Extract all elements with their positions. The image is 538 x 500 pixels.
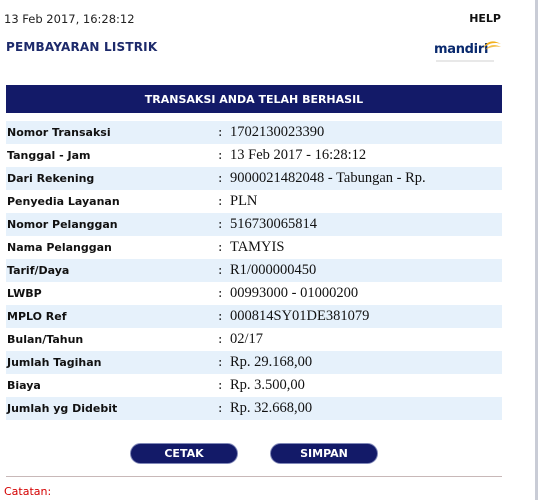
detail-value: 1702130023390 bbox=[230, 124, 325, 140]
detail-separator: : bbox=[218, 125, 223, 140]
page-frame: 13 Feb 2017, 16:28:12 HELP PEMBAYARAN LI… bbox=[0, 0, 538, 500]
detail-label: LWBP bbox=[7, 287, 42, 300]
save-button[interactable]: SIMPAN bbox=[270, 443, 378, 464]
detail-row-lwbp: LWBP : 00993000 - 01000200 bbox=[6, 282, 502, 305]
detail-row-customer-number: Nomor Pelanggan : 516730065814 bbox=[6, 213, 502, 236]
detail-label: Tanggal - Jam bbox=[7, 149, 91, 162]
detail-row-customer-name: Nama Pelanggan : TAMYIS bbox=[6, 236, 502, 259]
detail-row-fee: Biaya : Rp. 3.500,00 bbox=[6, 374, 502, 397]
detail-value: PLN bbox=[230, 193, 258, 209]
detail-value: Rp. 3.500,00 bbox=[230, 377, 305, 393]
print-button[interactable]: CETAK bbox=[130, 443, 238, 464]
detail-row-month-year: Bulan/Tahun : 02/17 bbox=[6, 328, 502, 351]
logo-text: mandiri bbox=[434, 42, 489, 57]
success-banner-text: TRANSAKSI ANDA TELAH BERHASIL bbox=[144, 92, 364, 106]
detail-row-mplo-ref: MPLO Ref : 000814SY01DE381079 bbox=[6, 305, 502, 328]
detail-value: Rp. 32.668,00 bbox=[230, 400, 313, 416]
detail-row-transaction-number: Nomor Transaksi : 1702130023390 bbox=[6, 121, 502, 144]
transaction-details: Nomor Transaksi : 1702130023390 Tanggal … bbox=[6, 121, 502, 420]
footer-divider bbox=[6, 476, 502, 477]
detail-value: 00993000 - 01000200 bbox=[230, 285, 359, 301]
detail-separator: : bbox=[218, 378, 223, 393]
detail-separator: : bbox=[218, 332, 223, 347]
detail-separator: : bbox=[218, 309, 223, 324]
detail-value: 02/17 bbox=[230, 331, 264, 347]
detail-label: Biaya bbox=[7, 379, 41, 392]
help-link[interactable]: HELP bbox=[469, 12, 501, 25]
session-timestamp: 13 Feb 2017, 16:28:12 bbox=[4, 12, 135, 26]
detail-label: Jumlah Tagihan bbox=[7, 356, 102, 369]
detail-separator: : bbox=[218, 401, 223, 416]
page-title: PEMBAYARAN LISTRIK bbox=[6, 40, 158, 54]
detail-label: Jumlah yg Didebit bbox=[7, 402, 118, 415]
detail-value: R1/000000450 bbox=[230, 262, 317, 278]
detail-value: Rp. 29.168,00 bbox=[230, 354, 313, 370]
detail-label: Bulan/Tahun bbox=[7, 333, 84, 346]
success-banner: TRANSAKSI ANDA TELAH BERHASIL bbox=[6, 85, 502, 113]
detail-row-service-provider: Penyedia Layanan : PLN bbox=[6, 190, 502, 213]
detail-value: 000814SY01DE381079 bbox=[230, 308, 370, 324]
detail-row-debited-amount: Jumlah yg Didebit : Rp. 32.668,00 bbox=[6, 397, 502, 420]
mandiri-logo: mandiri bbox=[434, 38, 502, 62]
detail-label: Nama Pelanggan bbox=[7, 241, 112, 254]
detail-separator: : bbox=[218, 148, 223, 163]
detail-value: 13 Feb 2017 - 16:28:12 bbox=[230, 147, 367, 163]
detail-label: MPLO Ref bbox=[7, 310, 67, 323]
detail-value: TAMYIS bbox=[230, 239, 285, 255]
logo-wave-icon bbox=[483, 41, 501, 50]
detail-label: Penyedia Layanan bbox=[7, 195, 120, 208]
detail-separator: : bbox=[218, 263, 223, 278]
detail-separator: : bbox=[218, 171, 223, 186]
detail-label: Tarif/Daya bbox=[7, 264, 70, 277]
detail-value: 516730065814 bbox=[230, 216, 317, 232]
detail-label: Dari Rekening bbox=[7, 172, 95, 185]
note-label: Catatan: bbox=[4, 485, 52, 498]
detail-separator: : bbox=[218, 217, 223, 232]
detail-row-date-time: Tanggal - Jam : 13 Feb 2017 - 16:28:12 bbox=[6, 144, 502, 167]
detail-row-tariff-power: Tarif/Daya : R1/000000450 bbox=[6, 259, 502, 282]
detail-label: Nomor Pelanggan bbox=[7, 218, 118, 231]
detail-row-bill-amount: Jumlah Tagihan : Rp. 29.168,00 bbox=[6, 351, 502, 374]
detail-row-source-account: Dari Rekening : 9000021482048 - Tabungan… bbox=[6, 167, 502, 190]
detail-separator: : bbox=[218, 240, 223, 255]
detail-value: 9000021482048 - Tabungan - Rp. bbox=[230, 170, 426, 186]
logo-underline bbox=[436, 60, 494, 62]
detail-separator: : bbox=[218, 355, 223, 370]
detail-label: Nomor Transaksi bbox=[7, 126, 111, 139]
detail-separator: : bbox=[218, 194, 223, 209]
detail-separator: : bbox=[218, 286, 223, 301]
